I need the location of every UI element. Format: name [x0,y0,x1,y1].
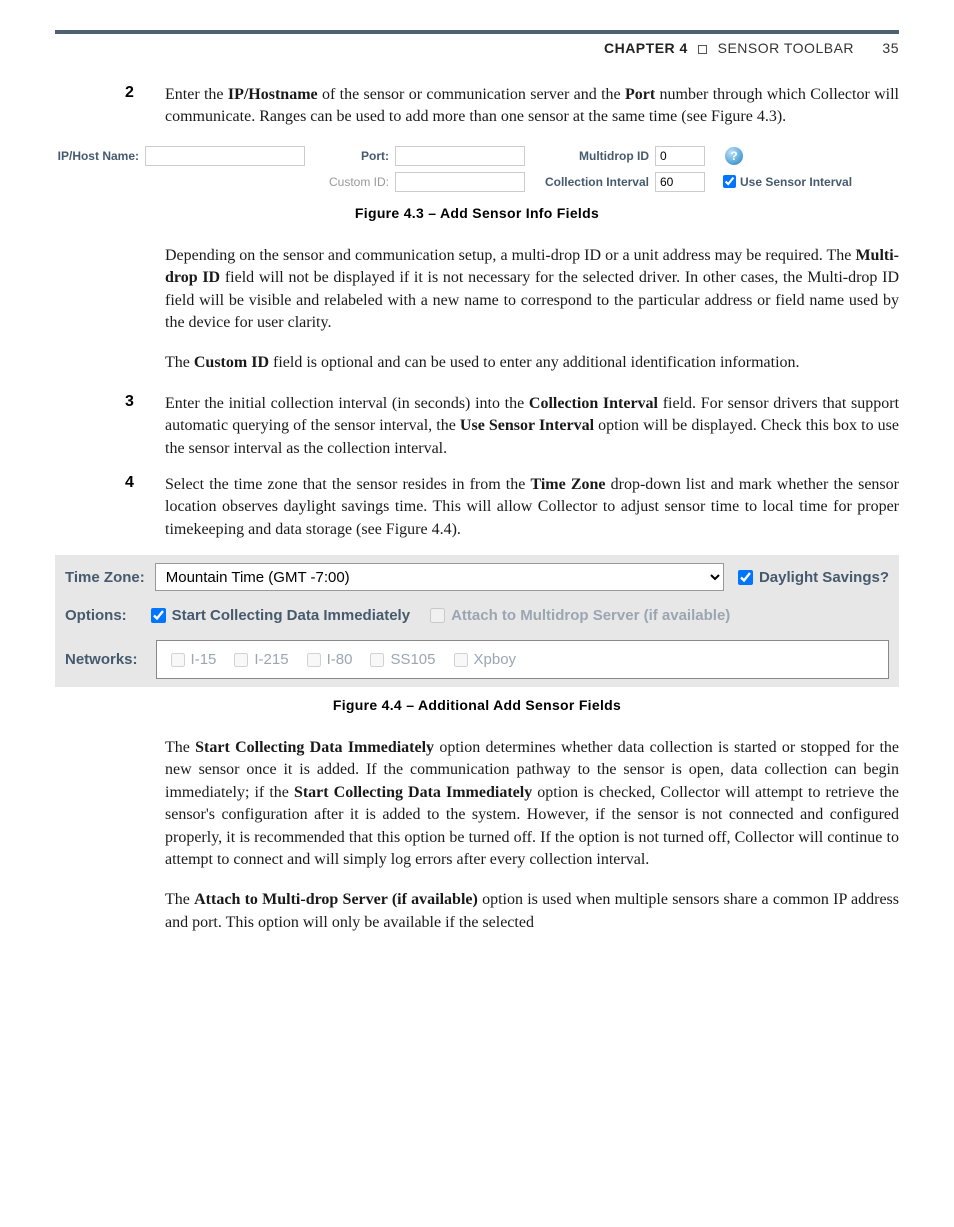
collection-interval-label: Collection Interval [535,175,655,189]
divider-square-icon [698,45,707,54]
port-label: Port: [315,149,395,163]
networks-label: Networks: [65,651,138,668]
ip-host-input[interactable] [145,146,305,166]
step-number: 2 [125,84,165,129]
step-2: 2 Enter the IP/Hostname of the sensor or… [125,84,899,129]
daylight-savings-box[interactable] [738,570,753,585]
figure-4-4-panel: Time Zone: Mountain Time (GMT -7:00) Day… [55,555,899,687]
start-collecting-box[interactable] [151,608,166,623]
networks-box: I-15 I-215 I-80 SS105 Xpboy [156,640,889,679]
attach-multidrop-box[interactable] [430,608,445,623]
step-text: Enter the IP/Hostname of the sensor or c… [165,84,899,129]
custom-id-input[interactable] [395,172,525,192]
step-text: Enter the initial collection interval (i… [165,393,899,460]
custom-id-label: Custom ID: [315,175,395,189]
figure-4-3-panel: IP/Host Name: Port: Custom ID: Multidrop… [55,143,899,195]
start-collecting-checkbox[interactable]: Start Collecting Data Immediately [151,607,410,624]
ip-host-label: IP/Host Name: [55,149,145,163]
step-4: 4 Select the time zone that the sensor r… [125,474,899,541]
network-item[interactable]: SS105 [370,651,435,668]
use-sensor-interval-label: Use Sensor Interval [740,175,852,189]
network-item[interactable]: I-80 [307,651,353,668]
use-sensor-interval-box[interactable] [723,175,736,188]
network-item[interactable]: I-15 [171,651,217,668]
figure-4-3-caption: Figure 4.3 – Add Sensor Info Fields [55,205,899,221]
time-zone-label: Time Zone: [65,569,145,586]
network-item[interactable]: Xpboy [454,651,517,668]
use-sensor-interval-checkbox[interactable]: Use Sensor Interval [723,175,852,189]
step-number: 4 [125,474,165,541]
figure-4-4-caption: Figure 4.4 – Additional Add Sensor Field… [55,697,899,713]
chapter-label: CHAPTER 4 [604,40,688,56]
paragraph-start-collecting: The Start Collecting Data Immediately op… [165,737,899,871]
port-input[interactable] [395,146,525,166]
start-collecting-label: Start Collecting Data Immediately [172,607,410,624]
section-title: SENSOR TOOLBAR [718,40,854,56]
attach-multidrop-checkbox[interactable]: Attach to Multidrop Server (if available… [430,607,730,624]
paragraph-depending: Depending on the sensor and communicatio… [165,245,899,335]
daylight-savings-label: Daylight Savings? [759,569,889,586]
help-icon[interactable]: ? [725,147,743,165]
daylight-savings-checkbox[interactable]: Daylight Savings? [738,569,889,586]
step-3: 3 Enter the initial collection interval … [125,393,899,460]
options-label: Options: [65,607,127,624]
collection-interval-input[interactable] [655,172,705,192]
step-text: Select the time zone that the sensor res… [165,474,899,541]
page-number: 35 [882,40,899,56]
multidrop-id-input[interactable] [655,146,705,166]
network-item[interactable]: I-215 [234,651,288,668]
multidrop-id-label: Multidrop ID [535,149,655,163]
paragraph-attach: The Attach to Multi-drop Server (if avai… [165,889,899,934]
time-zone-select[interactable]: Mountain Time (GMT -7:00) [155,563,724,591]
attach-multidrop-label: Attach to Multidrop Server (if available… [451,607,730,624]
paragraph-custom-id: The Custom ID field is optional and can … [165,352,899,374]
step-number: 3 [125,393,165,460]
page-header: CHAPTER 4 SENSOR TOOLBAR 35 [55,30,899,56]
